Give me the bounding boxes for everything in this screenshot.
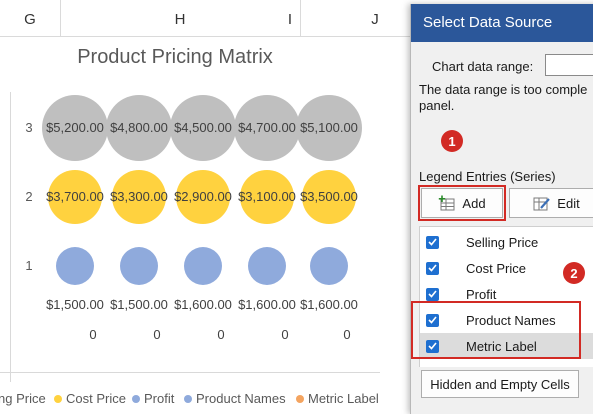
step-badge-1: 1 [441,130,463,152]
data-label-cost-price-4: $3,100.00 [238,189,296,204]
data-label-zero-2: 0 [153,327,161,342]
data-range-message-line-2: panel. [419,98,455,113]
data-label-profit-1: $1,500.00 [46,297,104,312]
series-label: Profit [466,286,497,302]
data-label-selling-price-3: $4,500.00 [174,120,232,135]
chart-y-axis [10,92,11,382]
bubble-profit-2[interactable] [120,247,158,285]
column-header-g[interactable]: G [0,0,61,36]
step-badge-2: 2 [563,262,585,284]
chart-legend[interactable]: ng Price Cost Price Profit Product Names… [0,391,410,407]
data-label-profit-3: $1,600.00 [174,297,232,312]
chart-data-range-label: Chart data range: [432,59,534,74]
bubble-profit-4[interactable] [248,247,286,285]
data-range-message-line-1: The data range is too comple [419,82,588,97]
chart-title: Product Pricing Matrix [77,46,273,68]
dialog-title[interactable]: Select Data Source [411,4,593,42]
data-label-cost-price-3: $2,900.00 [174,189,232,204]
series-label: Cost Price [466,260,526,276]
highlight-series-rows [411,301,581,359]
edit-series-button[interactable]: Edit [509,188,593,218]
edit-button-label: Edit [557,195,580,211]
data-label-zero-4: 0 [281,327,289,342]
chart-x-axis [0,372,380,373]
column-header-row: G H I J [0,0,410,37]
data-label-profit-2: $1,500.00 [110,297,168,312]
y-tick-3: 3 [25,120,33,135]
y-tick-2: 2 [25,189,33,204]
hidden-empty-cells-label: Hidden and Empty Cells [430,376,570,392]
y-tick-1: 1 [25,258,33,273]
checkbox-checked-icon[interactable] [426,235,439,249]
hidden-empty-cells-button[interactable]: Hidden and Empty Cells [421,370,579,398]
checkbox-checked-icon[interactable] [426,261,439,275]
data-label-zero-5: 0 [343,327,351,342]
data-label-cost-price-1: $3,700.00 [46,189,104,204]
data-label-cost-price-5: $3,500.00 [300,189,358,204]
series-item-selling-price[interactable]: Selling Price [420,229,593,255]
data-label-cost-price-2: $3,300.00 [110,189,168,204]
legend-marker-icon [132,394,140,403]
data-label-selling-price-2: $4,800.00 [110,120,168,135]
column-header-i[interactable]: I [240,0,340,36]
data-label-zero-3: 0 [217,327,225,342]
data-range-message: The data range is too comple panel. [419,82,593,114]
checkbox-checked-icon[interactable] [426,287,439,301]
data-label-selling-price-5: $5,100.00 [300,120,358,135]
data-label-selling-price-4: $4,700.00 [238,120,296,135]
bubble-profit-3[interactable] [184,247,222,285]
data-label-zero-1: 0 [89,327,97,342]
edit-icon [533,195,551,211]
data-label-profit-5: $1,600.00 [300,297,358,312]
select-data-source-dialog: Select Data Source Chart data range: The… [410,4,593,414]
legend-marker-icon [296,394,304,403]
bubble-profit-5[interactable] [310,247,348,285]
data-label-profit-4: $1,600.00 [238,297,296,312]
highlight-add-button [418,185,506,221]
column-header-j[interactable]: J [340,0,410,36]
legend-entries-label: Legend Entries (Series) [419,169,556,184]
series-label: Selling Price [466,234,539,250]
legend-marker-icon [184,394,192,403]
legend-marker-icon [54,394,62,403]
data-label-selling-price-1: $5,200.00 [46,120,104,135]
chart-data-range-input[interactable] [545,54,593,76]
bubble-profit-1[interactable] [56,247,94,285]
